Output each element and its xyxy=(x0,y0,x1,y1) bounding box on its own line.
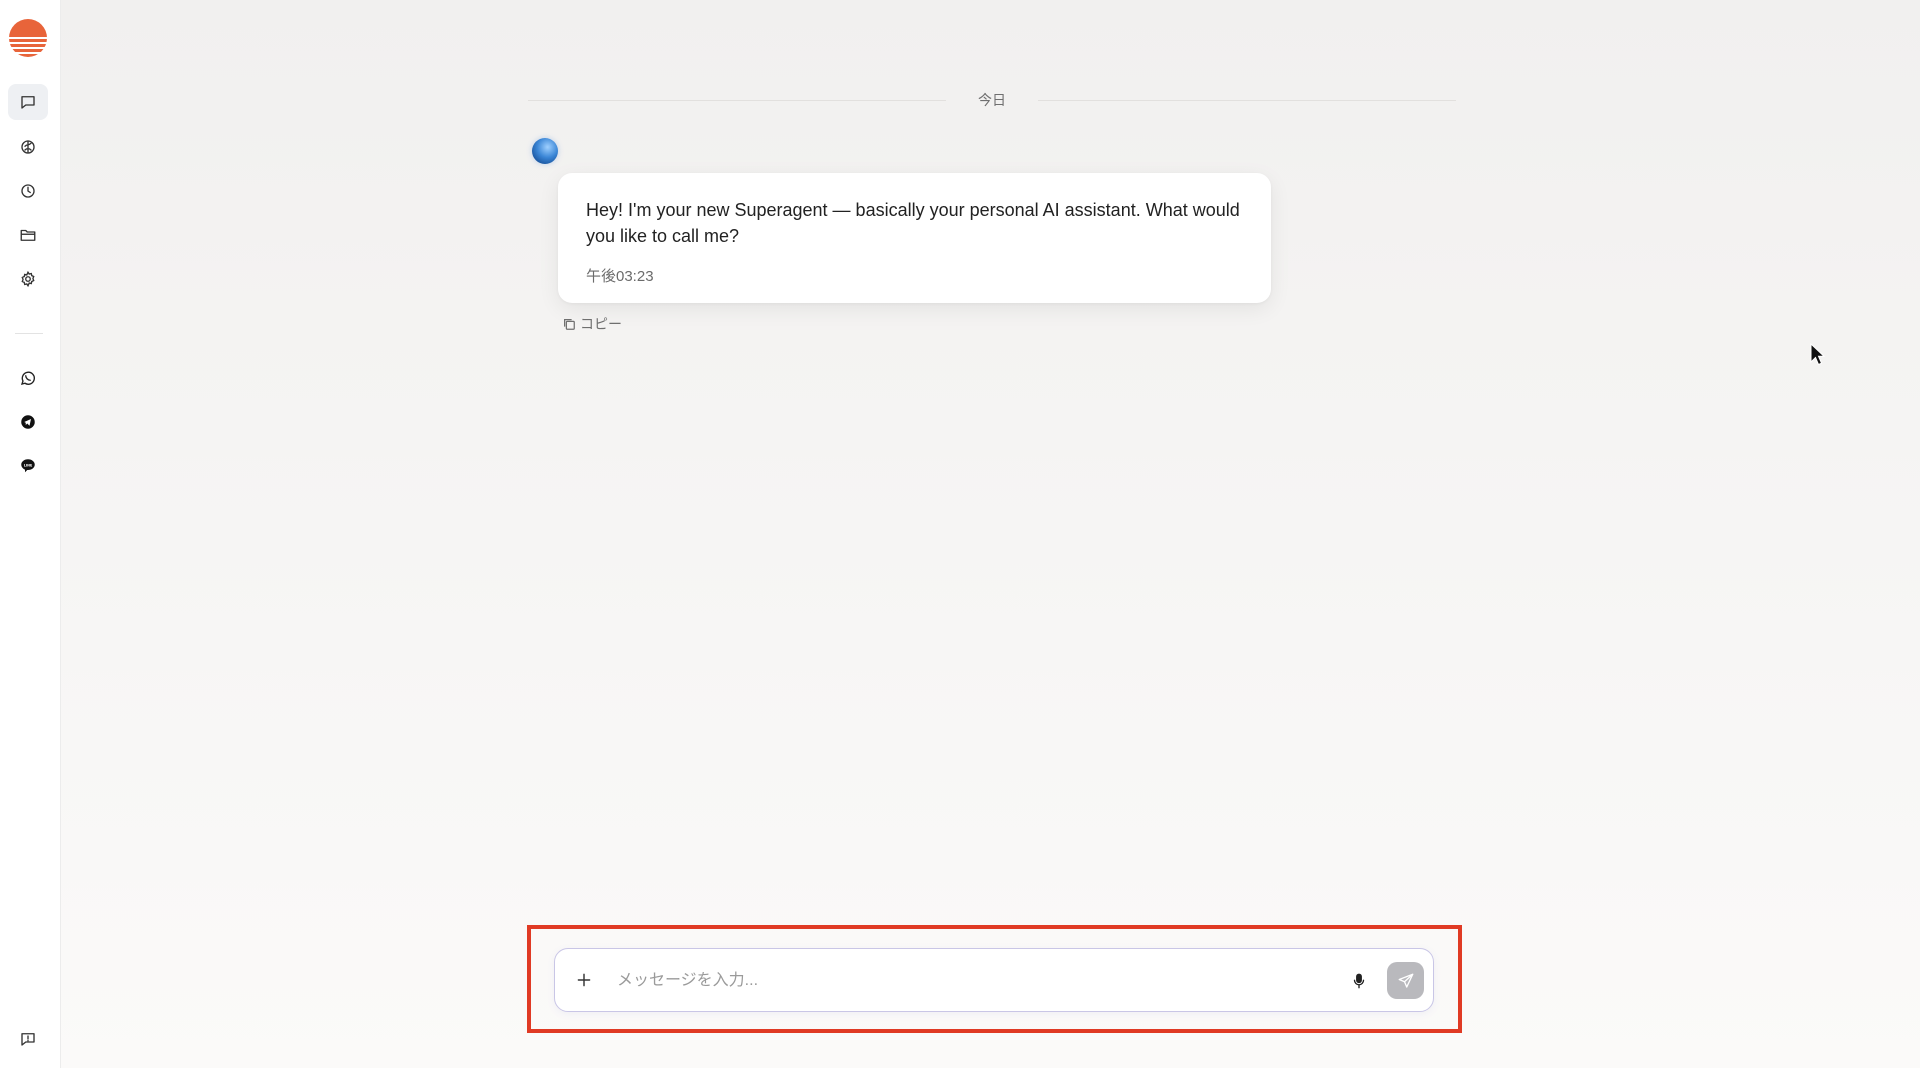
chat-bubble-icon xyxy=(21,96,35,109)
separator-line xyxy=(1038,100,1456,101)
sidebar-item-telegram[interactable] xyxy=(8,404,48,440)
line-icon: LINE xyxy=(21,459,35,473)
sidebar-divider xyxy=(15,333,43,334)
date-label: 今日 xyxy=(978,92,1006,108)
message-timestamp: 午後03:23 xyxy=(586,268,654,285)
attach-button[interactable] xyxy=(573,969,595,991)
microphone-icon xyxy=(1353,973,1365,989)
message-input[interactable] xyxy=(615,963,1319,999)
sidebar-item-brain[interactable] xyxy=(8,129,48,165)
copy-icon xyxy=(564,319,575,330)
send-button[interactable] xyxy=(1387,962,1424,999)
sunset-logo-icon[interactable] xyxy=(9,19,47,57)
assistant-message-bubble: Hey! I'm your new Superagent — basically… xyxy=(558,173,1271,303)
whatsapp-icon xyxy=(20,371,35,385)
gear-icon xyxy=(21,270,35,288)
message-text: Hey! I'm your new Superagent — basically… xyxy=(586,200,1240,246)
date-separator: 今日 xyxy=(528,90,1456,110)
telegram-icon xyxy=(21,415,35,429)
message-composer xyxy=(554,948,1434,1012)
svg-text:LINE: LINE xyxy=(24,463,33,467)
sidebar-item-feedback[interactable] xyxy=(8,1021,48,1057)
send-icon xyxy=(1398,973,1413,988)
sidebar-item-files[interactable] xyxy=(8,217,48,253)
plus-icon xyxy=(577,973,591,987)
copy-label: コピー xyxy=(580,316,622,332)
brain-icon xyxy=(21,140,35,154)
mouse-cursor-icon xyxy=(1810,343,1826,366)
feedback-icon xyxy=(21,1033,35,1046)
sidebar-item-history[interactable] xyxy=(8,173,48,209)
folder-icon xyxy=(20,229,36,241)
separator-line xyxy=(528,100,946,101)
assistant-avatar xyxy=(532,138,558,164)
copy-button[interactable]: コピー xyxy=(562,314,622,334)
sidebar-item-whatsapp[interactable] xyxy=(8,360,48,396)
sidebar-item-line[interactable]: LINE xyxy=(8,448,48,484)
voice-input-button[interactable] xyxy=(1347,969,1371,993)
clock-icon xyxy=(21,184,35,198)
sidebar-item-settings[interactable] xyxy=(8,261,48,297)
sidebar-item-chat[interactable] xyxy=(8,84,48,120)
sidebar: LINE xyxy=(0,0,61,1068)
